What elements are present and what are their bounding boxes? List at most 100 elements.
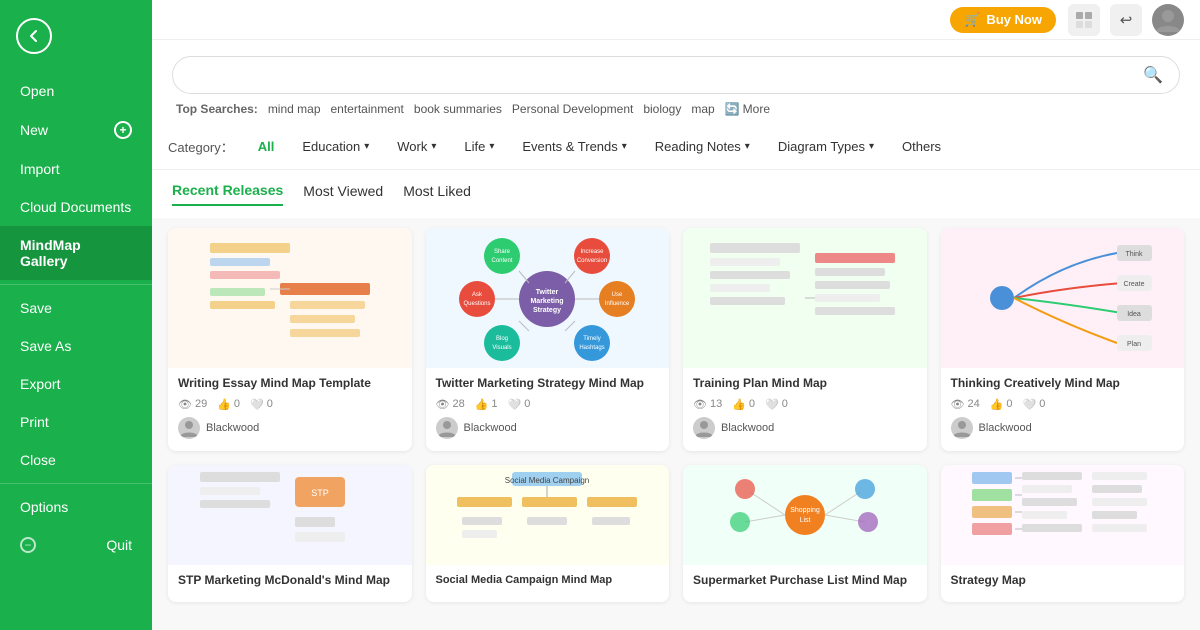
buy-now-button[interactable]: Buy Now	[950, 7, 1056, 33]
svg-text:Strategy: Strategy	[533, 307, 561, 314]
sidebar-divider-2	[0, 483, 152, 484]
undo-button[interactable]: ↩	[1110, 4, 1142, 36]
card-info-twitter: Twitter Marketing Strategy Mind Map 👁 28…	[426, 368, 670, 451]
sidebar-item-cloud[interactable]: Cloud Documents	[0, 188, 152, 226]
card-twitter[interactable]: Twitter Marketing Strategy Share Content…	[426, 228, 670, 451]
card-social[interactable]: Social Media Campaign Social Media Campa…	[426, 465, 670, 603]
likes-stat-t: 👍 1	[475, 398, 498, 411]
back-button[interactable]	[16, 18, 52, 54]
card-thumb-strategy	[941, 465, 1185, 565]
sidebar-item-new[interactable]: New +	[0, 110, 152, 150]
sort-recent[interactable]: Recent Releases	[172, 182, 283, 206]
card-stats-training: 👁 13 👍 0 🤍 0	[693, 398, 917, 411]
new-plus-icon: +	[114, 121, 132, 139]
card-thumb-thinking: Think Create Idea Plan	[941, 228, 1185, 368]
category-bar: Category： All Education ▾ Work ▾ Life ▾ …	[152, 124, 1200, 170]
svg-text:Marketing: Marketing	[531, 298, 564, 305]
card-info-social: Social Media Campaign Mind Map	[426, 565, 670, 601]
diagram-dropdown-icon: ▾	[869, 141, 874, 152]
card-stp[interactable]: STP STP Marketing McDonald's Mind Map	[168, 465, 412, 603]
main-content: Buy Now ↩ 🔍 Top Searches: mind map	[152, 0, 1200, 630]
card-thinking[interactable]: Think Create Idea Plan Thinking Creative…	[941, 228, 1185, 451]
cat-education[interactable]: Education ▾	[290, 134, 381, 159]
search-tag-5[interactable]: map	[691, 102, 714, 116]
card-title-strategy: Strategy Map	[951, 573, 1175, 589]
search-tag-2[interactable]: book summaries	[414, 102, 502, 116]
top-searches-label: Top Searches:	[176, 102, 258, 116]
card-stats-twitter: 👁 28 👍 1 🤍 0	[436, 398, 660, 411]
svg-text:Social Media Campaign: Social Media Campaign	[505, 476, 590, 485]
views-stat: 👁 29	[178, 398, 207, 411]
card-title-thinking: Thinking Creatively Mind Map	[951, 376, 1175, 392]
sidebar-item-close[interactable]: Close	[0, 441, 152, 479]
svg-text:Ask: Ask	[472, 292, 483, 298]
sidebar-item-export[interactable]: Export	[0, 365, 152, 403]
card-title-supermarket: Supermarket Purchase List Mind Map	[693, 573, 917, 589]
svg-text:Timely: Timely	[584, 336, 601, 342]
svg-text:STP: STP	[311, 488, 329, 498]
card-training[interactable]: Training Plan Mind Map 👁 13 👍 0 🤍 0 Blac…	[683, 228, 927, 451]
svg-text:Conversion: Conversion	[577, 258, 607, 264]
search-tag-3[interactable]: Personal Development	[512, 102, 633, 116]
sidebar-item-gallery[interactable]: MindMap Gallery	[0, 226, 152, 280]
card-info-training: Training Plan Mind Map 👁 13 👍 0 🤍 0 Blac…	[683, 368, 927, 451]
card-thumb-training	[683, 228, 927, 368]
sort-viewed[interactable]: Most Viewed	[303, 183, 383, 205]
sidebar-item-quit[interactable]: − Quit	[0, 526, 152, 564]
sidebar-item-import[interactable]: Import	[0, 150, 152, 188]
user-avatar[interactable]	[1152, 4, 1184, 36]
card-writing-essay[interactable]: Writing Essay Mind Map Template 👁 29 👍 0…	[168, 228, 412, 451]
card-info-thinking: Thinking Creatively Mind Map 👁 24 👍 0 🤍 …	[941, 368, 1185, 451]
sidebar: Open New + Import Cloud Documents MindMa…	[0, 0, 152, 630]
likes-stat-th: 👍 0	[990, 398, 1013, 411]
cat-all[interactable]: All	[246, 134, 287, 159]
svg-text:Plan: Plan	[1127, 341, 1141, 348]
card-author-training: Blackwood	[693, 417, 917, 443]
life-dropdown-icon: ▾	[489, 141, 494, 152]
gallery-area: Writing Essay Mind Map Template 👁 29 👍 0…	[152, 218, 1200, 630]
svg-text:Visuals: Visuals	[493, 345, 512, 351]
search-input[interactable]	[189, 67, 1143, 83]
sidebar-item-save-as[interactable]: Save As	[0, 327, 152, 365]
sidebar-item-options[interactable]: Options	[0, 488, 152, 526]
cat-diagram[interactable]: Diagram Types ▾	[766, 134, 886, 159]
card-title-stp: STP Marketing McDonald's Mind Map	[178, 573, 402, 589]
cat-reading[interactable]: Reading Notes ▾	[643, 134, 762, 159]
card-title-twitter: Twitter Marketing Strategy Mind Map	[436, 376, 660, 392]
svg-text:List: List	[799, 517, 810, 524]
card-author-writing: Blackwood	[178, 417, 402, 443]
search-tag-0[interactable]: mind map	[268, 102, 321, 116]
views-stat-t: 👁 28	[436, 398, 465, 411]
sidebar-menu: Open New + Import Cloud Documents MindMa…	[0, 72, 152, 564]
likes-stat-tr: 👍 0	[732, 398, 755, 411]
cat-others[interactable]: Others	[890, 134, 953, 159]
card-stats-thinking: 👁 24 👍 0 🤍 0	[951, 398, 1175, 411]
author-avatar-thinking	[951, 417, 973, 439]
cat-events[interactable]: Events & Trends ▾	[510, 134, 638, 159]
card-supermarket[interactable]: Shopping List Supermarket Purchase List …	[683, 465, 927, 603]
cat-work[interactable]: Work ▾	[385, 134, 448, 159]
search-icon: 🔍	[1143, 65, 1163, 85]
gallery-grid: Writing Essay Mind Map Template 👁 29 👍 0…	[168, 228, 1184, 602]
search-tag-4[interactable]: biology	[643, 102, 681, 116]
search-tag-1[interactable]: entertainment	[331, 102, 404, 116]
svg-text:Shopping: Shopping	[790, 507, 820, 514]
sidebar-item-save[interactable]: Save	[0, 289, 152, 327]
svg-text:Share: Share	[494, 249, 511, 255]
sidebar-divider-1	[0, 284, 152, 285]
card-author-twitter: Blackwood	[436, 417, 660, 443]
author-avatar-twitter	[436, 417, 458, 439]
template-icon-button[interactable]	[1068, 4, 1100, 36]
sidebar-item-print[interactable]: Print	[0, 403, 152, 441]
card-info-writing: Writing Essay Mind Map Template 👁 29 👍 0…	[168, 368, 412, 451]
quit-minus-icon: −	[20, 537, 36, 553]
work-dropdown-icon: ▾	[431, 141, 436, 152]
svg-text:Twitter: Twitter	[536, 289, 559, 296]
card-info-strategy: Strategy Map	[941, 565, 1185, 603]
sidebar-item-open[interactable]: Open	[0, 72, 152, 110]
card-strategy[interactable]: Strategy Map	[941, 465, 1185, 603]
sort-liked[interactable]: Most Liked	[403, 183, 471, 205]
card-title-writing: Writing Essay Mind Map Template	[178, 376, 402, 392]
more-button[interactable]: 🔄 More	[725, 102, 770, 116]
cat-life[interactable]: Life ▾	[452, 134, 506, 159]
